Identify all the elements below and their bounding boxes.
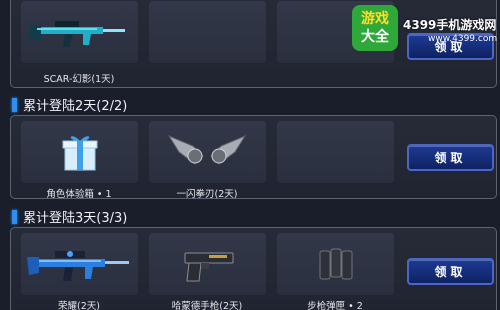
reward-slot-1[interactable]	[21, 121, 138, 183]
reward-slot-2[interactable]	[149, 233, 266, 295]
site-watermark: 游戏 大全 4399手机游戏网 www.4399.com	[352, 5, 500, 51]
pistol-icon	[184, 252, 234, 282]
rifle-icon	[27, 251, 129, 281]
reward-label-1: SCAR-幻影(1天)	[43, 74, 115, 85]
reward-label-3: 步枪弹匣 • 2	[307, 301, 363, 310]
reward-label-1: 角色体验箱 • 1	[46, 189, 112, 200]
section-title-text: 累计登陆3天(3/3)	[23, 211, 128, 226]
reward-panel-day3: 荣耀(2天) 哈蒙德手枪(2天) 步枪弹匣 • 2 领取	[10, 227, 497, 310]
section-title-day3: 累计登陆3天(3/3)	[12, 207, 127, 226]
reward-slot-2[interactable]	[149, 121, 266, 183]
reward-slot-3[interactable]	[277, 233, 394, 295]
reward-slot-3[interactable]	[277, 121, 394, 183]
reward-label-1: 荣耀(2天)	[58, 301, 100, 310]
reward-slot-1[interactable]	[21, 1, 138, 63]
section-title-text: 累计登陆2天(2/2)	[23, 99, 128, 114]
claim-button-day2[interactable]: 领取	[407, 144, 494, 171]
reward-label-2: 一闪拳刃(2天)	[176, 189, 238, 200]
logo-url: www.4399.com	[428, 34, 498, 44]
gift-box-icon	[62, 136, 98, 171]
claim-button-day3[interactable]: 领取	[407, 258, 494, 285]
reward-panel-day2: 角色体验箱 • 1 一闪拳刃(2天) 领取	[10, 115, 497, 200]
section-title-day2: 累计登陆2天(2/2)	[12, 95, 127, 114]
logo-site-name: 4399手机游戏网	[403, 18, 497, 32]
fist-blade-icon	[167, 134, 247, 165]
title-marker	[12, 209, 17, 224]
reward-slot-2[interactable]	[149, 1, 266, 63]
logo-badge-top: 游戏	[361, 11, 389, 27]
magazine-icon	[319, 248, 353, 280]
reward-slot-1[interactable]	[21, 233, 138, 295]
reward-label-2: 哈蒙德手枪(2天)	[171, 301, 243, 310]
rifle-icon	[29, 21, 125, 47]
logo-badge: 游戏 大全	[352, 5, 398, 51]
logo-badge-bottom: 大全	[361, 29, 389, 45]
title-marker	[12, 97, 17, 112]
